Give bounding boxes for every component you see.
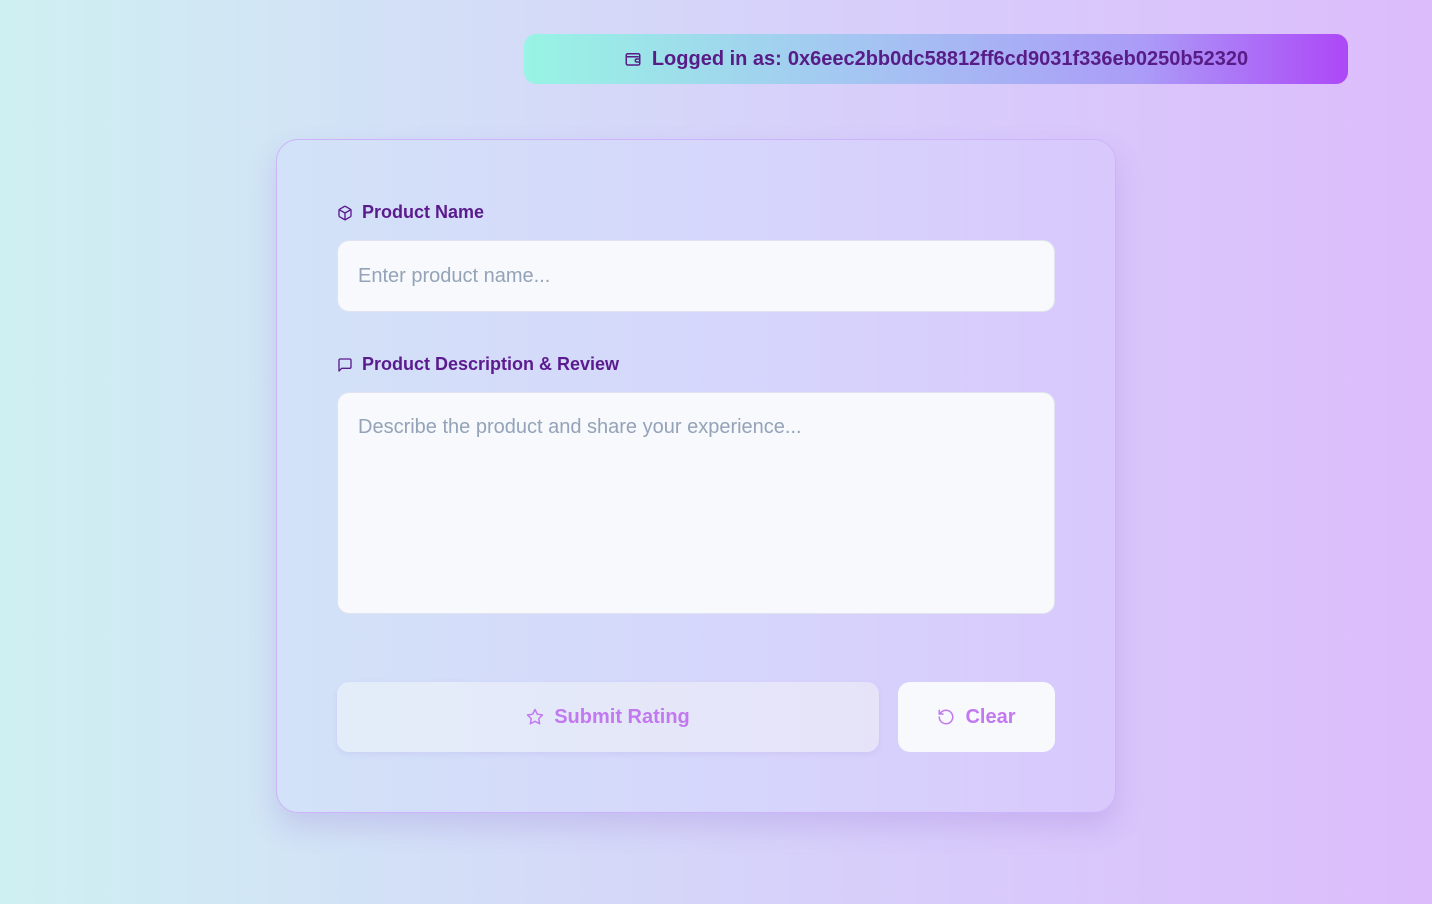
wallet-status-badge: Logged in as: 0x6eec2bb0dc58812ff6cd9031… <box>524 34 1348 84</box>
product-name-label: Product Name <box>337 202 484 223</box>
package-icon <box>337 205 353 221</box>
product-description-label-text: Product Description & Review <box>362 354 620 374</box>
product-description-label: Product Description & Review <box>337 354 619 375</box>
wallet-icon <box>624 50 642 68</box>
submit-rating-button[interactable]: Submit Rating <box>337 682 879 752</box>
wallet-address: 0x6eec2bb0dc58812ff6cd9031f336eb0250b523… <box>787 47 1249 70</box>
submit-rating-label: Submit Rating <box>554 705 690 728</box>
clear-label: Clear <box>965 705 1016 728</box>
message-square-icon <box>337 357 353 373</box>
rating-form-card: Product Name Product Description & Revie… <box>276 139 1116 813</box>
rotate-ccw-icon <box>937 708 955 726</box>
clear-button[interactable]: Clear <box>898 682 1055 752</box>
product-description-textarea[interactable] <box>337 392 1055 614</box>
product-name-input[interactable] <box>337 240 1055 312</box>
wallet-label: Logged in as: <box>651 47 782 70</box>
product-name-label-text: Product Name <box>362 202 485 222</box>
star-icon <box>526 708 544 726</box>
